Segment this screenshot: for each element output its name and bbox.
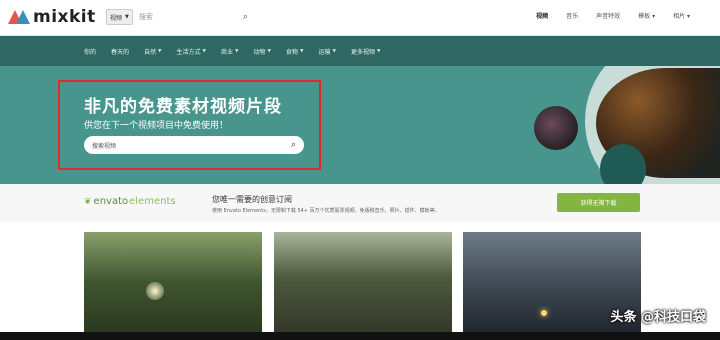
envato-banner: ❦ envato elements 您唯一需要的创意订阅 使用 Envato E…	[0, 184, 720, 222]
category-item[interactable]: 运输 ▼	[318, 47, 335, 56]
category-item[interactable]: 生活方式 ▼	[177, 47, 206, 56]
top-header: mixkit 视频 ▼ 搜索 ⌕ 视频 音乐 声音特效 模板 ▾ 相片 ▾	[0, 0, 720, 36]
main-nav: 视频 音乐 声音特效 模板 ▾ 相片 ▾	[536, 11, 690, 20]
envato-logo[interactable]: ❦ envato elements	[84, 196, 176, 207]
page: mixkit 视频 ▼ 搜索 ⌕ 视频 音乐 声音特效 模板 ▾ 相片 ▾ 你的…	[0, 0, 720, 340]
top-search-input[interactable]: 搜索	[139, 12, 243, 22]
search-icon[interactable]: ⌕	[243, 12, 248, 22]
highlight-box	[58, 80, 321, 170]
search-category-label: 视频	[110, 14, 123, 22]
leaf-icon: ❦	[84, 196, 92, 207]
unlimited-download-button[interactable]: 获得无限下载	[557, 193, 640, 212]
search-category-select[interactable]: 视频 ▼	[106, 9, 133, 25]
category-bar: 你的 春天的 自然 ▼ 生活方式 ▼ 商业 ▼ 动物 ▼ 食物 ▼ 运输 ▼ 更多视频 ▼	[0, 36, 720, 66]
nav-videos[interactable]: 视频	[536, 11, 548, 20]
street-light	[541, 310, 547, 316]
top-search: 视频 ▼ 搜索 ⌕	[106, 8, 248, 26]
chevron-down-icon: ▼	[376, 48, 381, 54]
chevron-down-icon: ▼	[299, 48, 304, 54]
chevron-down-icon: ▼	[158, 48, 162, 54]
category-item[interactable]: 你的	[84, 47, 96, 56]
logo-mark-icon	[8, 10, 30, 24]
category-item[interactable]: 商业 ▼	[221, 47, 238, 56]
category-item[interactable]: 动物 ▼	[253, 47, 270, 56]
bottom-bar	[0, 332, 720, 340]
chevron-down-icon: ▼	[267, 48, 271, 54]
video-thumbnail[interactable]	[84, 232, 262, 332]
chevron-down-icon: ▼	[202, 48, 206, 54]
envato-description: 使用 Envato Elements，无限制下载 54+ 百万个优质股票视频、免…	[212, 208, 440, 214]
mixkit-logo[interactable]: mixkit	[8, 7, 96, 27]
watermark: 头条 @科技口袋	[610, 310, 706, 325]
nav-music[interactable]: 音乐	[566, 11, 578, 20]
category-item[interactable]: 春天的	[111, 47, 129, 56]
nav-sound-effects[interactable]: 声音特效	[596, 11, 620, 20]
caret-down-icon: ▼	[125, 14, 129, 20]
logo-text: mixkit	[33, 7, 96, 27]
nav-templates[interactable]: 模板 ▾	[638, 11, 655, 20]
category-item[interactable]: 食物 ▼	[286, 47, 303, 56]
chevron-down-icon: ▼	[235, 48, 239, 54]
category-item[interactable]: 自然 ▼	[144, 47, 161, 56]
chevron-down-icon: ▼	[332, 48, 336, 54]
sun-flare	[146, 282, 164, 300]
category-item[interactable]: 更多视频 ▼	[351, 47, 380, 56]
envato-title: 您唯一需要的创意订阅	[212, 195, 292, 204]
video-thumbnail[interactable]	[274, 232, 452, 332]
hero-circle-image	[534, 106, 578, 150]
nav-photos[interactable]: 相片 ▾	[673, 11, 690, 20]
